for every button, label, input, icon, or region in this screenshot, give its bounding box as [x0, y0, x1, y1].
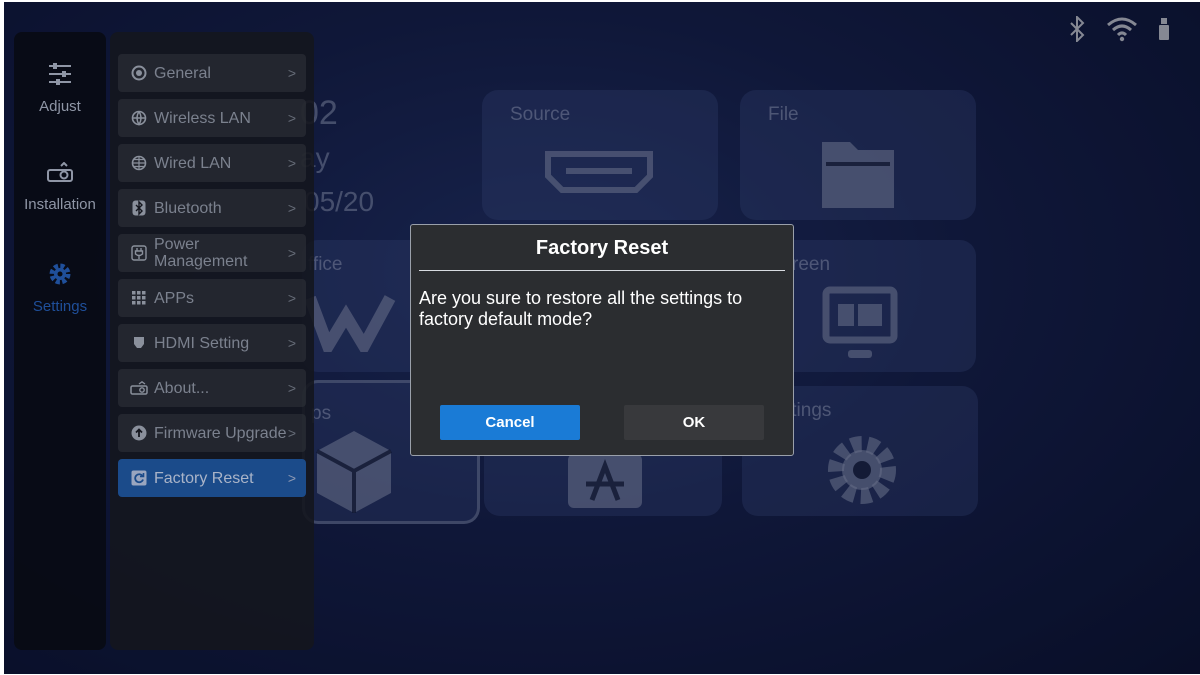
wireless-globe-icon [130, 109, 148, 127]
settings-submenu: General > Wireless LAN > Wired LAN > Blu… [110, 32, 314, 650]
menu-item-label: Power Management [154, 236, 248, 270]
chevron-right-icon: > [287, 470, 297, 486]
menu-item-label: Firmware Upgrade [154, 424, 287, 442]
menu-item-hdmi-setting[interactable]: HDMI Setting > [118, 324, 306, 362]
menu-item-wired-lan[interactable]: Wired LAN > [118, 144, 306, 182]
circle-icon [130, 64, 148, 82]
gear-icon [14, 262, 106, 290]
menu-item-firmware-upgrade[interactable]: Firmware Upgrade > [118, 414, 306, 452]
bluetooth-icon [130, 199, 148, 217]
sliders-icon [14, 62, 106, 90]
menu-item-label: Bluetooth [154, 199, 222, 217]
settings-rail: Adjust Installation Settings [14, 32, 106, 650]
upgrade-icon [130, 424, 148, 442]
menu-item-label: About... [154, 379, 210, 397]
menu-item-power-management[interactable]: Power Management > [118, 234, 306, 272]
factory-reset-dialog: Factory Reset Are you sure to restore al… [410, 224, 794, 456]
dialog-title: Factory Reset [535, 237, 669, 259]
menu-item-about[interactable]: About... > [118, 369, 306, 407]
menu-item-apps[interactable]: APPs > [118, 279, 306, 317]
menu-item-factory-reset[interactable]: Factory Reset > [118, 459, 306, 497]
rail-item-settings[interactable]: Settings [14, 262, 106, 315]
menu-item-label: Wireless LAN [154, 109, 251, 127]
menu-item-general[interactable]: General > [118, 54, 306, 92]
menu-item-label: General [154, 64, 211, 82]
menu-item-label: APPs [154, 289, 195, 307]
grid-icon [130, 289, 148, 307]
ok-button[interactable]: OK [624, 405, 764, 440]
menu-item-wireless-lan[interactable]: Wireless LAN > [118, 99, 306, 137]
hdmi-icon [130, 334, 148, 352]
projector-icon [130, 379, 148, 397]
rail-item-label: Installation [24, 196, 96, 213]
menu-item-bluetooth[interactable]: Bluetooth > [118, 189, 306, 227]
rail-item-adjust[interactable]: Adjust [14, 62, 106, 115]
dialog-message: Are you sure to restore all the settings… [419, 288, 743, 329]
chevron-right-icon: > [287, 290, 297, 306]
power-plug-icon [130, 244, 148, 262]
reset-icon [130, 469, 148, 487]
chevron-right-icon: > [287, 335, 297, 351]
chevron-right-icon: > [287, 380, 297, 396]
chevron-right-icon: > [287, 425, 297, 441]
rail-item-label: Adjust [39, 98, 81, 115]
chevron-right-icon: > [287, 200, 297, 216]
rail-item-label: Settings [32, 298, 88, 315]
cancel-button[interactable]: Cancel [440, 405, 580, 440]
chevron-right-icon: > [287, 65, 297, 81]
menu-item-label: Wired LAN [154, 154, 232, 172]
dialog-divider [419, 270, 785, 271]
rail-item-installation[interactable]: Installation [14, 161, 106, 213]
chevron-right-icon: > [287, 155, 297, 171]
globe-icon [130, 154, 148, 172]
chevron-right-icon: > [287, 245, 297, 261]
menu-item-label: HDMI Setting [154, 334, 250, 352]
chevron-right-icon: > [287, 110, 297, 126]
menu-item-label: Factory Reset [154, 469, 254, 487]
projector-icon [14, 161, 106, 188]
